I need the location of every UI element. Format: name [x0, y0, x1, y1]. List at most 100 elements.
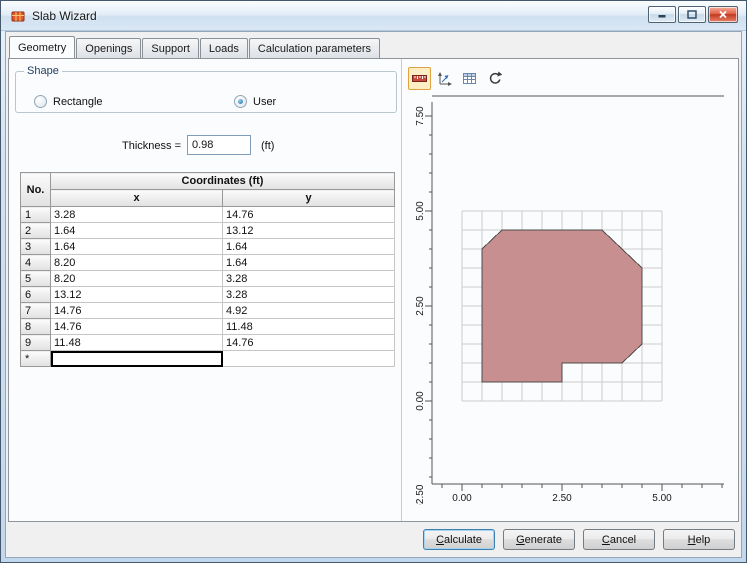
help-button[interactable]: Help — [663, 529, 735, 550]
app-icon — [10, 8, 26, 24]
table-row: 2 1.64 13.12 — [20, 222, 395, 239]
x-column-header[interactable]: x — [50, 189, 223, 207]
cell-y-2[interactable]: 13.12 — [222, 222, 395, 239]
cell-x-5[interactable]: 8.20 — [50, 270, 223, 287]
table-row: 8 14.76 11.48 — [20, 318, 395, 335]
cell-x-1[interactable]: 3.28 — [50, 206, 223, 223]
new-cell-y[interactable] — [222, 350, 395, 367]
shape-groupbox: Shape Rectangle User — [15, 65, 397, 113]
no-column-header[interactable]: No. — [20, 172, 51, 207]
row-header-9[interactable]: 9 — [20, 334, 51, 351]
slab-preview-plot: 7.50 5.00 2.50 0.00 -2.50 0.00 2.50 5.00 — [415, 95, 724, 505]
row-header-3[interactable]: 3 — [20, 238, 51, 255]
cancel-button[interactable]: Cancel — [583, 529, 655, 550]
tab-support[interactable]: Support — [142, 38, 199, 58]
geometry-tab-page: Shape Rectangle User Thickness = (ft) No.… — [8, 58, 739, 522]
window-title: Slab Wizard — [32, 8, 97, 23]
rotate-tool-button[interactable] — [433, 67, 456, 90]
radio-label: Rectangle — [53, 95, 103, 108]
mesh-grid-icon — [463, 73, 476, 84]
radio-label: User — [253, 95, 277, 108]
table-row: 7 14.76 4.92 — [20, 302, 395, 319]
table-row: 9 11.48 14.76 — [20, 334, 395, 351]
refresh-icon — [489, 71, 503, 84]
table-row: 1 3.28 14.76 — [20, 206, 395, 223]
coordinates-group-header[interactable]: Coordinates (ft) — [50, 172, 395, 190]
minimize-icon — [658, 15, 666, 18]
preview-toolbar — [408, 67, 506, 90]
new-row-header[interactable]: * — [20, 350, 51, 367]
svg-text:0.00: 0.00 — [415, 391, 426, 411]
cell-x-7[interactable]: 14.76 — [50, 302, 223, 319]
close-icon — [719, 10, 727, 19]
cell-y-7[interactable]: 4.92 — [222, 302, 395, 319]
cell-x-3[interactable]: 1.64 — [50, 238, 223, 255]
new-cell-x[interactable] — [50, 350, 223, 367]
cell-y-8[interactable]: 11.48 — [222, 318, 395, 335]
cell-x-6[interactable]: 13.12 — [50, 286, 223, 303]
tab-openings[interactable]: Openings — [76, 38, 142, 58]
tab-geometry[interactable]: Geometry — [9, 36, 76, 58]
rotate-icon — [438, 72, 452, 86]
radio-circle[interactable] — [234, 95, 247, 108]
svg-text:7.50: 7.50 — [415, 106, 426, 126]
thickness-unit: (ft) — [261, 140, 275, 152]
new-row: * — [20, 350, 395, 367]
cell-y-3[interactable]: 1.64 — [222, 238, 395, 255]
row-header-1[interactable]: 1 — [20, 206, 51, 223]
cell-y-4[interactable]: 1.64 — [222, 254, 395, 271]
tab-strip: Geometry Openings Support Loads Calculation … — [9, 36, 381, 58]
table-row: 6 13.12 3.28 — [20, 286, 395, 303]
cell-x-2[interactable]: 1.64 — [50, 222, 223, 239]
row-header-2[interactable]: 2 — [20, 222, 51, 239]
coordinates-rows: 1 3.28 14.76 2 1.64 13.12 3 1.64 1.64 4 8.20 1.64 5 8… — [20, 206, 395, 367]
generate-button[interactable]: Generate — [503, 529, 575, 550]
cell-y-6[interactable]: 3.28 — [222, 286, 395, 303]
svg-text:2.50: 2.50 — [415, 296, 426, 316]
action-button-row: Calculate Generate Cancel Help — [6, 529, 735, 550]
coordinates-table: No. Coordinates (ft) x y 1 3.28 14.76 2 1.64… — [20, 172, 395, 367]
maximize-icon — [687, 10, 697, 19]
radio-rectangle[interactable]: Rectangle — [34, 95, 103, 108]
row-header-8[interactable]: 8 — [20, 318, 51, 335]
svg-text:5.00: 5.00 — [652, 493, 672, 504]
table-row: 3 1.64 1.64 — [20, 238, 395, 255]
table-row: 5 8.20 3.28 — [20, 270, 395, 287]
radio-circle[interactable] — [34, 95, 47, 108]
ruler-icon — [412, 75, 427, 82]
svg-text:-2.50: -2.50 — [415, 484, 426, 505]
refresh-tool-button[interactable] — [483, 67, 506, 90]
thickness-input[interactable] — [187, 135, 251, 155]
tab-loads[interactable]: Loads — [199, 38, 248, 58]
y-column-header[interactable]: y — [222, 189, 395, 207]
slab-wizard-window: Slab Wizard Geometry Openings Support Loads… — [0, 0, 747, 563]
cell-x-8[interactable]: 14.76 — [50, 318, 223, 335]
cell-y-5[interactable]: 3.28 — [222, 270, 395, 287]
row-header-6[interactable]: 6 — [20, 286, 51, 303]
svg-text:2.50: 2.50 — [552, 493, 572, 504]
cell-x-9[interactable]: 11.48 — [50, 334, 223, 351]
table-row: 4 8.20 1.64 — [20, 254, 395, 271]
close-button[interactable] — [708, 6, 738, 23]
dimensions-tool-button[interactable] — [408, 67, 431, 90]
row-header-7[interactable]: 7 — [20, 302, 51, 319]
mesh-tool-button[interactable] — [458, 67, 481, 90]
title-bar[interactable]: Slab Wizard — [1, 1, 746, 31]
cell-y-9[interactable]: 14.76 — [222, 334, 395, 351]
calculate-button[interactable]: Calculate — [423, 529, 495, 550]
minimize-button[interactable] — [648, 6, 676, 23]
maximize-button[interactable] — [678, 6, 706, 23]
radio-user[interactable]: User — [234, 95, 276, 108]
tab-calculation-parameters[interactable]: Calculation parameters — [248, 38, 381, 58]
window-controls — [648, 6, 738, 23]
row-header-4[interactable]: 4 — [20, 254, 51, 271]
cell-y-1[interactable]: 14.76 — [222, 206, 395, 223]
row-header-5[interactable]: 5 — [20, 270, 51, 287]
dialog-body: Geometry Openings Support Loads Calculation … — [5, 31, 742, 558]
thickness-label: Thickness = — [122, 140, 181, 152]
shape-legend: Shape — [27, 65, 59, 77]
slab-polygon — [481, 229, 643, 383]
svg-text:0.00: 0.00 — [452, 493, 472, 504]
svg-text:5.00: 5.00 — [415, 201, 426, 221]
cell-x-4[interactable]: 8.20 — [50, 254, 223, 271]
